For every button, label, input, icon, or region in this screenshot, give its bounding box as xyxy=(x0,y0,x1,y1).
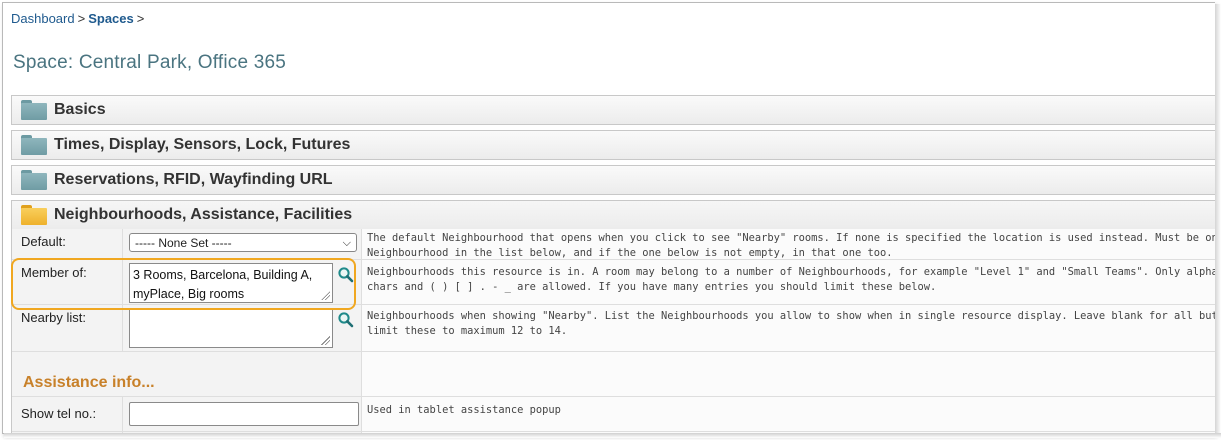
section-label: Neighbourhoods, Assistance, Facilities xyxy=(54,206,353,223)
section-times-display[interactable]: Times, Display, Sensors, Lock, Futures xyxy=(11,130,1215,160)
member-of-label: Member of: xyxy=(21,265,87,280)
nearby-list-label: Nearby list: xyxy=(21,310,87,325)
show-tel-help-text: Used in tablet assistance popup xyxy=(367,404,561,416)
section-neighbourhoods[interactable]: Neighbourhoods, Assistance, Facilities xyxy=(11,200,1215,230)
breadcrumb: Dashboard > Spaces > xyxy=(11,11,147,26)
section-basics[interactable]: Basics xyxy=(11,95,1215,125)
page-title: Space: Central Park, Office 365 xyxy=(13,52,287,73)
nearby-list-help-text: Neighbourhoods when showing "Nearby". Li… xyxy=(367,310,1215,337)
default-help-text: The default Neighbourhood that opens whe… xyxy=(367,232,1215,259)
page-frame: Dashboard > Spaces > Space: Central Park, O… xyxy=(2,2,1215,434)
breadcrumb-spaces-link[interactable]: Spaces xyxy=(88,11,134,26)
default-neighbourhood-select[interactable]: ----- None Set ----- ⌵ xyxy=(129,233,357,252)
breadcrumb-separator-trailing: > xyxy=(136,11,145,26)
default-label: Default: xyxy=(21,234,66,249)
member-of-textarea[interactable]: 3 Rooms, Barcelona, Building A, myPlace, … xyxy=(129,263,333,303)
magnifier-icon[interactable] xyxy=(337,311,354,328)
magnifier-icon[interactable] xyxy=(337,266,354,283)
member-of-row: Member of: 3 Rooms, Barcelona, Building … xyxy=(12,260,1215,305)
breadcrumb-dashboard-link[interactable]: Dashboard xyxy=(11,11,75,26)
resize-grip-icon[interactable] xyxy=(321,336,330,345)
default-select-value: ----- None Set ----- xyxy=(135,236,232,250)
member-of-help-text: Neighbourhoods this resource is in. A ro… xyxy=(367,266,1215,293)
show-tel-row: Show tel no.: Used in tablet assistance … xyxy=(12,397,1215,432)
page-shadow-right xyxy=(1215,4,1221,436)
folder-closed-icon xyxy=(21,135,47,155)
page-shadow-bottom xyxy=(4,433,1221,438)
breadcrumb-separator: > xyxy=(77,11,86,26)
assistance-row xyxy=(12,352,1215,397)
neighbourhoods-panel: Default: ----- None Set ----- ⌵ The defa… xyxy=(11,229,1215,433)
resize-grip-icon[interactable] xyxy=(321,291,330,300)
section-reservations[interactable]: Reservations, RFID, Wayfinding URL xyxy=(11,165,1215,195)
chevron-down-icon: ⌵ xyxy=(342,237,351,249)
default-row: Default: ----- None Set ----- ⌵ The defa… xyxy=(12,229,1215,260)
section-label: Times, Display, Sensors, Lock, Futures xyxy=(54,136,351,153)
folder-closed-icon xyxy=(21,100,47,120)
folder-open-icon xyxy=(21,205,47,225)
folder-closed-icon xyxy=(21,170,47,190)
section-label: Reservations, RFID, Wayfinding URL xyxy=(54,171,333,188)
nearby-list-textarea[interactable] xyxy=(129,308,333,348)
assistance-heading: Assistance info... xyxy=(23,374,155,391)
nearby-list-row: Nearby list: Neighbourhoods when showing… xyxy=(12,305,1215,352)
show-tel-label: Show tel no.: xyxy=(21,406,97,421)
show-tel-input[interactable] xyxy=(129,402,359,426)
section-label: Basics xyxy=(54,101,106,118)
